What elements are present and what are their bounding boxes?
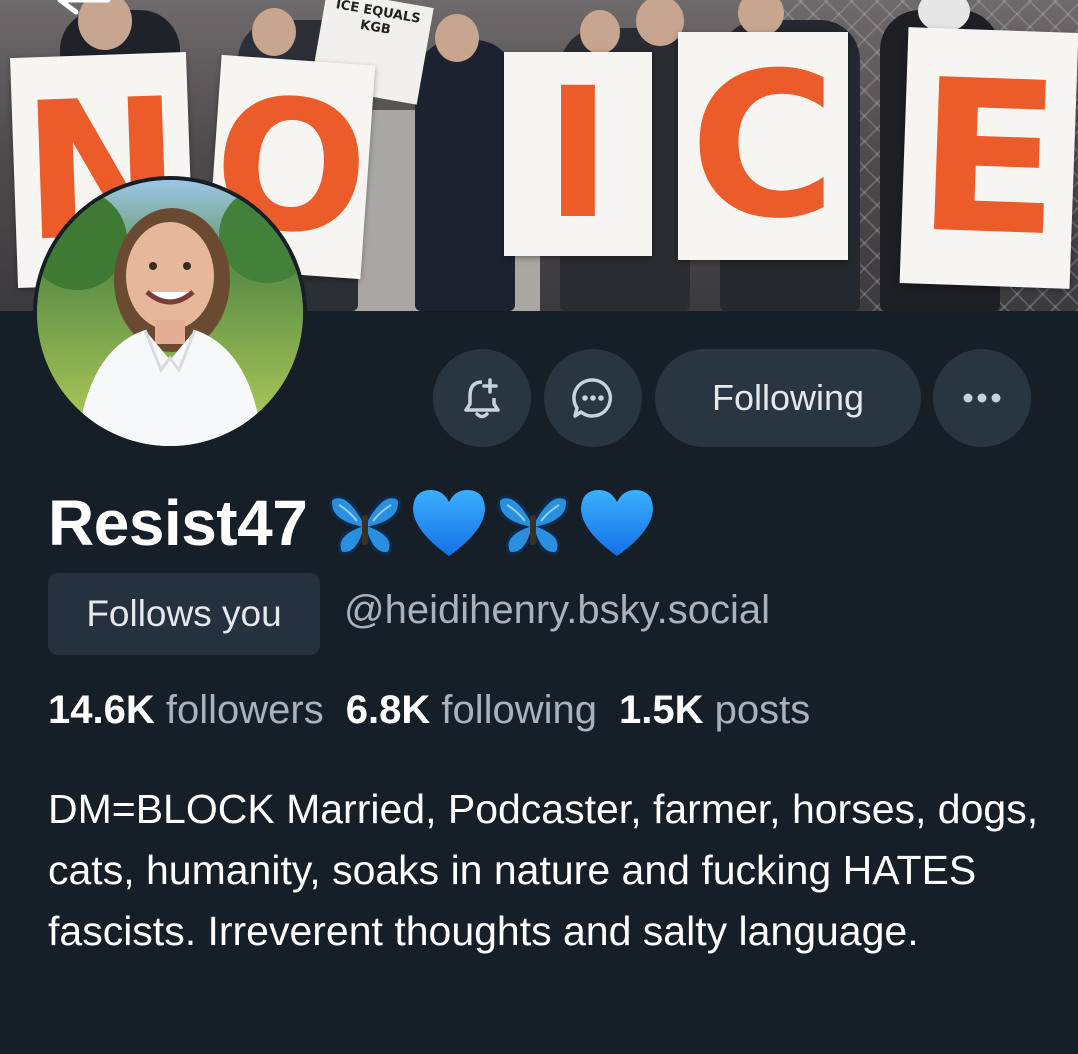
blue-heart-emoji-icon	[413, 490, 486, 556]
profile-avatar[interactable]	[33, 176, 307, 450]
posts-label: posts	[714, 688, 811, 732]
more-dots-icon	[963, 393, 1001, 403]
profile-stats: 14.6K followers 6.8K following 1.5K posts	[48, 688, 810, 733]
profile-bio: DM=BLOCK Married, Podcaster, farmer, hor…	[48, 786, 1039, 954]
followers-link[interactable]: 14.6K followers	[48, 688, 324, 732]
more-options-button[interactable]	[933, 349, 1031, 447]
subscribe-button[interactable]	[433, 349, 531, 447]
display-name: Resist47	[48, 487, 308, 559]
chat-bubble-icon	[572, 378, 613, 418]
message-button[interactable]	[544, 349, 642, 447]
profile-photo	[37, 180, 303, 446]
following-count: 6.8K	[345, 688, 431, 732]
banner-sign-letter: I	[504, 50, 652, 259]
bell-plus-icon	[464, 378, 500, 419]
banner-person-head	[252, 8, 296, 56]
blue-heart-emoji-icon	[581, 490, 654, 556]
following-label: following	[441, 688, 597, 732]
banner-sign-letter: C	[678, 30, 848, 263]
butterfly-emoji-icon	[329, 495, 402, 555]
banner-person-head	[580, 10, 620, 54]
followers-count: 14.6K	[48, 688, 155, 732]
posts-stat: 1.5K posts	[619, 688, 810, 732]
banner-person-head	[435, 14, 479, 62]
follows-you-badge: Follows you	[48, 573, 320, 655]
butterfly-emoji-icon	[497, 495, 570, 555]
banner-person	[415, 40, 515, 311]
posts-count: 1.5K	[619, 688, 704, 732]
name-emojis	[327, 485, 657, 561]
display-name-row: Resist47	[48, 478, 657, 568]
following-button[interactable]: Following	[655, 349, 921, 447]
back-arrow-icon[interactable]	[56, 0, 112, 18]
followers-label: followers	[165, 688, 324, 732]
following-link[interactable]: 6.8K following	[346, 688, 597, 732]
banner-sign-letter: E	[899, 27, 1078, 289]
profile-handle[interactable]: @heidihenry.bsky.social	[344, 588, 770, 633]
